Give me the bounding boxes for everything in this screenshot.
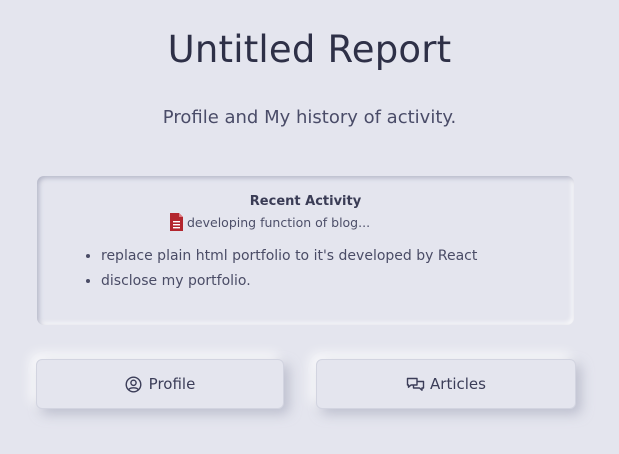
chat-bubbles-icon [406,376,425,393]
activity-list: replace plain html portfolio to it's dev… [85,244,477,294]
activity-list-item: disclose my portfolio. [101,269,477,294]
user-circle-icon [125,375,142,393]
recent-activity-card: Recent Activity developing function of b… [37,176,574,325]
page-title: Untitled Report [167,28,452,71]
profile-button[interactable]: Profile [36,359,284,409]
articles-button[interactable]: Articles [316,359,576,409]
recent-document-text: developing function of blog... [187,214,371,230]
page-subtitle: Profile and My history of activity. [162,107,457,128]
activity-list-item: replace plain html portfolio to it's dev… [101,244,477,269]
profile-button-label: Profile [148,375,196,393]
recent-document-item[interactable]: developing function of blog... [169,212,370,232]
recent-activity-heading: Recent Activity [249,194,362,209]
articles-button-label: Articles [430,375,486,393]
document-icon [169,212,184,232]
